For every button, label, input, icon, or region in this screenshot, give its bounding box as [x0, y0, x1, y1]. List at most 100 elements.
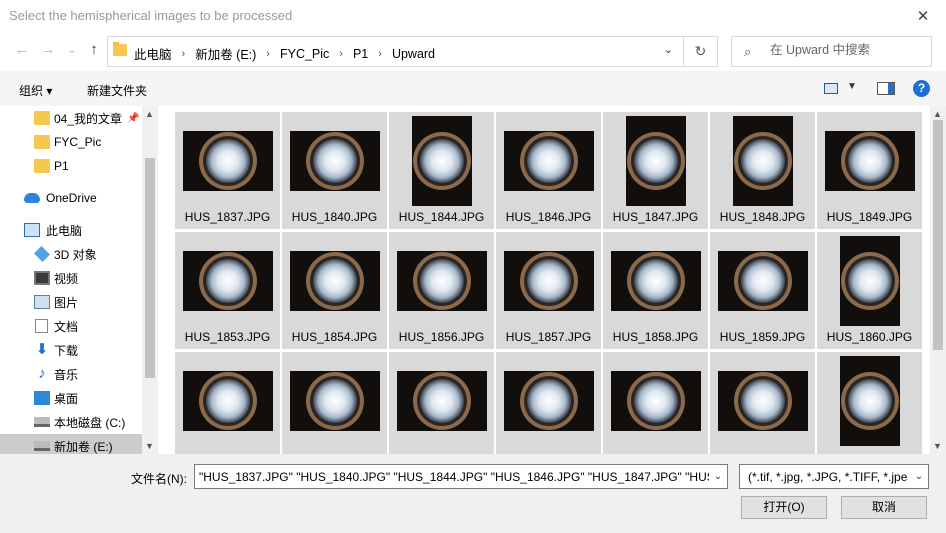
image-thumbnail: [175, 236, 280, 326]
sidebar-item-pictures[interactable]: 图片: [0, 290, 142, 314]
search-icon: ⌕: [744, 44, 752, 59]
file-type-filter[interactable]: (*.tif, *.jpg, *.JPG, *.TIFF, *.jpe ⌄: [739, 464, 929, 489]
image-thumbnail: [817, 236, 922, 326]
image-thumbnail: [496, 236, 601, 326]
sidebar-item-p1[interactable]: P1: [0, 154, 142, 178]
scroll-down-icon[interactable]: ▼: [933, 441, 942, 451]
sidebar-item-drive-c[interactable]: 本地磁盘 (C:): [0, 410, 142, 434]
scroll-up-icon[interactable]: ▲: [145, 109, 154, 119]
file-tile[interactable]: HUS_1844.JPG: [389, 112, 494, 229]
chevron-down-icon[interactable]: ⌄: [709, 465, 727, 488]
scrollbar-thumb[interactable]: [933, 120, 943, 350]
file-tile[interactable]: HUS_1847.JPG: [603, 112, 708, 229]
image-thumbnail: [389, 236, 494, 326]
file-tile[interactable]: HUS_1840.JPG: [282, 112, 387, 229]
image-thumbnail: [282, 236, 387, 326]
file-tile[interactable]: HUS_1837.JPG: [175, 112, 280, 229]
breadcrumb-fyc-pic[interactable]: FYC_Pic: [280, 47, 329, 61]
file-tile[interactable]: [496, 352, 601, 454]
file-grid-scrollbar[interactable]: ▲ ▼: [930, 106, 946, 454]
folder-icon: [34, 111, 50, 125]
sidebar-item-04-articles[interactable]: 04_我的文章 📌: [0, 106, 142, 130]
search-box[interactable]: ⌕: [731, 36, 932, 67]
refresh-button[interactable]: ↻: [684, 36, 718, 67]
image-thumbnail: [710, 356, 815, 446]
recent-locations-icon[interactable]: ⌄: [62, 43, 82, 56]
file-type-value: (*.tif, *.jpg, *.JPG, *.TIFF, *.jpe: [748, 470, 908, 484]
view-mode-icon[interactable]: [824, 83, 838, 94]
file-tile[interactable]: HUS_1856.JPG: [389, 232, 494, 349]
sidebar-item-downloads[interactable]: ⬇ 下载: [0, 338, 142, 362]
file-tile[interactable]: HUS_1860.JPG: [817, 232, 922, 349]
organize-menu[interactable]: 组织 ▾: [19, 82, 52, 99]
sidebar-scrollbar[interactable]: ▲ ▼: [142, 106, 158, 454]
file-tile[interactable]: [817, 352, 922, 454]
breadcrumb-drive-e[interactable]: 新加卷 (E:): [195, 44, 256, 63]
image-thumbnail: [496, 356, 601, 446]
scroll-up-icon[interactable]: ▲: [933, 109, 942, 119]
chevron-down-icon[interactable]: ⌄: [910, 465, 928, 488]
chevron-right-icon: ›: [339, 47, 343, 60]
file-name: HUS_1853.JPG: [184, 330, 271, 344]
breadcrumb: 此电脑 › 新加卷 (E:) › FYC_Pic › P1 › Upward: [134, 44, 435, 63]
help-icon[interactable]: ?: [913, 80, 930, 97]
breadcrumb-upward[interactable]: Upward: [392, 47, 435, 61]
breadcrumb-p1[interactable]: P1: [353, 47, 368, 61]
sidebar-item-desktop[interactable]: 桌面: [0, 386, 142, 410]
sidebar-item-onedrive[interactable]: OneDrive: [0, 186, 142, 210]
file-tile[interactable]: HUS_1859.JPG: [710, 232, 815, 349]
sidebar-item-label: 下载: [54, 343, 79, 358]
filename-input[interactable]: "HUS_1837.JPG" "HUS_1840.JPG" "HUS_1844.…: [194, 464, 728, 489]
file-tile[interactable]: HUS_1846.JPG: [496, 112, 601, 229]
forward-arrow-icon[interactable]: →: [38, 41, 58, 58]
sidebar-item-label: 本地磁盘 (C:): [54, 415, 126, 430]
file-tile[interactable]: [389, 352, 494, 454]
file-name: HUS_1856.JPG: [398, 330, 485, 344]
close-icon[interactable]: ✕: [900, 0, 946, 31]
file-tile[interactable]: [603, 352, 708, 454]
sidebar-item-3d-objects[interactable]: 3D 对象: [0, 242, 142, 266]
image-thumbnail: [603, 116, 708, 206]
video-icon: [34, 271, 50, 285]
sidebar-item-videos[interactable]: 视频: [0, 266, 142, 290]
file-name: HUS_1858.JPG: [612, 330, 699, 344]
scroll-down-icon[interactable]: ▼: [145, 441, 154, 451]
search-input[interactable]: [770, 43, 925, 57]
address-bar[interactable]: 此电脑 › 新加卷 (E:) › FYC_Pic › P1 › Upward ⌄: [107, 36, 684, 67]
file-tile[interactable]: HUS_1854.JPG: [282, 232, 387, 349]
sidebar-item-music[interactable]: ♪ 音乐: [0, 362, 142, 386]
sidebar-item-label: 音乐: [54, 367, 79, 382]
sidebar-item-drive-e[interactable]: 新加卷 (E:): [0, 434, 142, 454]
file-tile[interactable]: HUS_1849.JPG: [817, 112, 922, 229]
new-folder-button[interactable]: 新建文件夹: [87, 82, 147, 99]
file-tile[interactable]: [710, 352, 815, 454]
up-arrow-icon[interactable]: ↑: [84, 41, 104, 58]
view-mode-dropdown-icon[interactable]: ▼: [847, 81, 857, 92]
image-thumbnail: [282, 116, 387, 206]
filename-value[interactable]: "HUS_1837.JPG" "HUS_1840.JPG" "HUS_1844.…: [199, 470, 721, 484]
file-tile[interactable]: HUS_1857.JPG: [496, 232, 601, 349]
chevron-down-icon[interactable]: ⌄: [664, 43, 673, 56]
sidebar-item-documents[interactable]: 文档: [0, 314, 142, 338]
sidebar-item-this-pc[interactable]: 此电脑: [0, 218, 142, 242]
drive-icon: [34, 417, 50, 427]
cancel-button[interactable]: 取消: [841, 496, 927, 519]
toolbar: 组织 ▾ 新建文件夹 ▼ ?: [0, 71, 946, 106]
back-arrow-icon[interactable]: ←: [12, 41, 32, 58]
file-tile[interactable]: [175, 352, 280, 454]
computer-icon: [24, 223, 40, 237]
sidebar-item-label: 新加卷 (E:): [54, 439, 113, 454]
breadcrumb-this-pc[interactable]: 此电脑: [134, 44, 172, 63]
sidebar-item-label: OneDrive: [46, 191, 97, 205]
image-thumbnail: [389, 356, 494, 446]
sidebar-item-fyc-pic[interactable]: FYC_Pic: [0, 130, 142, 154]
file-tile[interactable]: HUS_1848.JPG: [710, 112, 815, 229]
file-tile[interactable]: HUS_1858.JPG: [603, 232, 708, 349]
preview-pane-icon[interactable]: [877, 82, 895, 95]
drive-icon: [34, 441, 50, 451]
scrollbar-thumb[interactable]: [145, 158, 155, 378]
file-tile[interactable]: [282, 352, 387, 454]
file-tile[interactable]: HUS_1853.JPG: [175, 232, 280, 349]
image-thumbnail: [389, 116, 494, 206]
open-button[interactable]: 打开(O): [741, 496, 827, 519]
